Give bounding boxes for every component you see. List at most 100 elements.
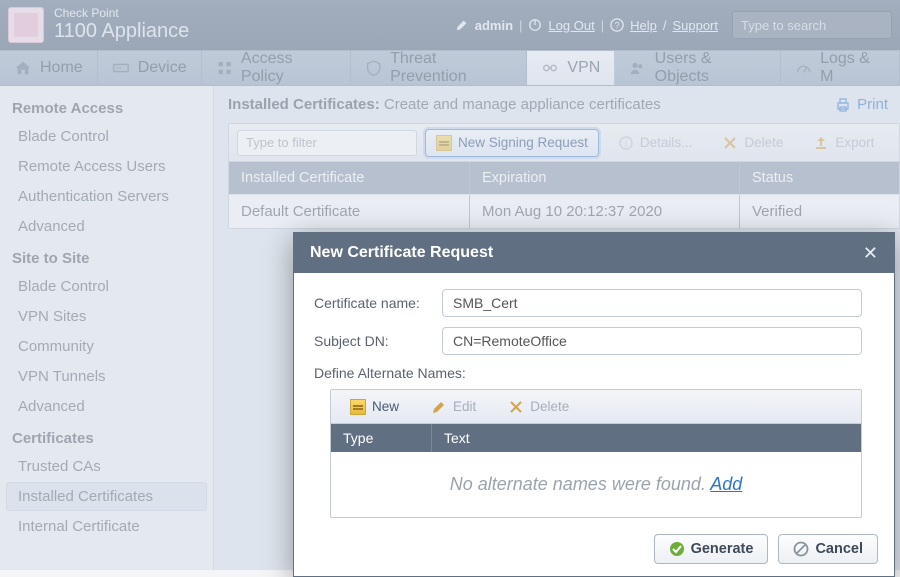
cell-name: Default Certificate [229,195,469,228]
col-header-name[interactable]: Installed Certificate [229,162,469,194]
cancel-icon [793,541,809,557]
certificate-icon [350,399,366,415]
cert-name-input[interactable] [442,289,862,317]
col-header-expiration[interactable]: Expiration [469,162,739,194]
alt-empty-message: No alternate names were found. Add [331,452,861,517]
print-button[interactable]: Print [835,96,888,113]
help-link[interactable]: Help [630,18,657,33]
export-icon [813,135,829,151]
gauge-icon [795,59,812,77]
svg-text:i: i [625,139,627,150]
svg-text:?: ? [615,21,620,31]
vpn-icon [541,59,559,77]
global-search-input[interactable] [732,11,892,39]
power-icon [528,18,542,32]
sidebar-item-community[interactable]: Community [6,332,207,361]
admin-label: admin [475,18,513,33]
device-icon [112,59,130,77]
table-row[interactable]: Default Certificate Mon Aug 10 20:12:37 … [229,194,899,228]
certificate-icon [436,135,452,151]
tab-home[interactable]: Home [0,51,98,85]
sidebar-item-remote-users[interactable]: Remote Access Users [6,152,207,181]
sidebar-item-trusted-cas[interactable]: Trusted CAs [6,452,207,481]
sidebar: Remote Access Blade Control Remote Acces… [0,86,214,570]
sidebar-item-blade-control-2[interactable]: Blade Control [6,272,207,301]
brand-text: Check Point 1100 Appliance [54,7,189,43]
cell-expiration: Mon Aug 10 20:12:37 2020 [469,195,739,228]
pencil-icon [431,399,447,415]
certificates-grid: New Signing Request i Details... Delete … [228,123,900,229]
filter-box[interactable] [237,130,417,156]
tab-device[interactable]: Device [98,51,202,85]
cert-name-label: Certificate name: [314,295,442,311]
check-icon [669,541,685,557]
tab-vpn[interactable]: VPN [527,51,615,85]
sidebar-item-vpn-sites[interactable]: VPN Sites [6,302,207,331]
sidebar-group-certs: Certificates [0,422,213,451]
sidebar-group-site: Site to Site [0,242,213,271]
sidebar-item-installed-certs[interactable]: Installed Certificates [6,482,207,511]
dialog-body: Certificate name: Subject DN: Define Alt… [294,273,894,522]
sidebar-item-blade-control[interactable]: Blade Control [6,122,207,151]
home-icon [14,59,32,77]
brand-right: admin | Log Out | ? Help/Support [455,11,892,39]
delete-icon [508,399,524,415]
alt-edit-button: Edit [420,393,487,421]
sidebar-item-vpn-tunnels[interactable]: VPN Tunnels [6,362,207,391]
alt-col-text[interactable]: Text [431,424,861,452]
grid-header: Installed Certificate Expiration Status [229,162,899,194]
alternate-names-grid: New Edit Delete Type Text No alternate n… [330,389,862,518]
col-header-status[interactable]: Status [739,162,899,194]
users-icon [629,59,646,77]
cell-status: Verified [739,195,899,228]
separator: | [519,18,522,33]
sidebar-item-advanced-1[interactable]: Advanced [6,212,207,241]
filter-input[interactable] [244,134,424,151]
alt-toolbar: New Edit Delete [331,390,861,424]
close-icon[interactable]: ✕ [863,243,878,264]
tab-access[interactable]: Access Policy [202,51,351,85]
alt-col-type[interactable]: Type [331,424,431,452]
logout-link[interactable]: Log Out [548,18,594,33]
new-signing-request-button[interactable]: New Signing Request [425,129,599,157]
print-icon [835,97,851,113]
alt-delete-button: Delete [497,393,580,421]
export-button: Export [802,129,885,157]
alternate-names-label: Define Alternate Names: [314,365,862,381]
cancel-button[interactable]: Cancel [778,534,878,564]
details-button: i Details... [607,129,704,157]
subject-dn-input[interactable] [442,327,862,355]
info-icon: i [618,135,634,151]
sidebar-item-auth-servers[interactable]: Authentication Servers [6,182,207,211]
separator: | [601,18,604,33]
sidebar-item-advanced-2[interactable]: Advanced [6,392,207,421]
alt-add-link[interactable]: Add [710,474,742,494]
sidebar-group-remote: Remote Access [0,92,213,121]
new-cert-request-dialog: New Certificate Request ✕ Certificate na… [293,232,895,577]
dialog-title-bar[interactable]: New Certificate Request ✕ [294,233,894,273]
brand-logo [8,7,44,43]
brand-line2: 1100 Appliance [54,19,189,43]
tab-logs[interactable]: Logs & M [781,51,900,85]
page-title-rest: Create and manage appliance certificates [380,96,661,113]
page-header: Installed Certificates: Create and manag… [228,96,900,113]
main-tabs: Home Device Access Policy Threat Prevent… [0,50,900,86]
delete-button: Delete [711,129,794,157]
pencil-icon [455,18,469,32]
tab-users[interactable]: Users & Objects [615,51,780,85]
sidebar-item-internal-cert[interactable]: Internal Certificate [6,512,207,541]
tab-threat[interactable]: Threat Prevention [351,51,528,85]
delete-icon [722,135,738,151]
page-title-bold: Installed Certificates: [228,96,380,113]
grid-toolbar: New Signing Request i Details... Delete … [229,124,899,162]
shield-icon [365,59,382,77]
dialog-title: New Certificate Request [310,244,493,262]
generate-button[interactable]: Generate [654,534,769,564]
brand-line1: Check Point [54,7,189,19]
alt-new-button[interactable]: New [339,393,410,421]
support-link[interactable]: Support [672,18,718,33]
alt-grid-header: Type Text [331,424,861,452]
help-icon: ? [610,18,624,32]
grid-icon [216,59,233,77]
subject-dn-label: Subject DN: [314,333,442,349]
